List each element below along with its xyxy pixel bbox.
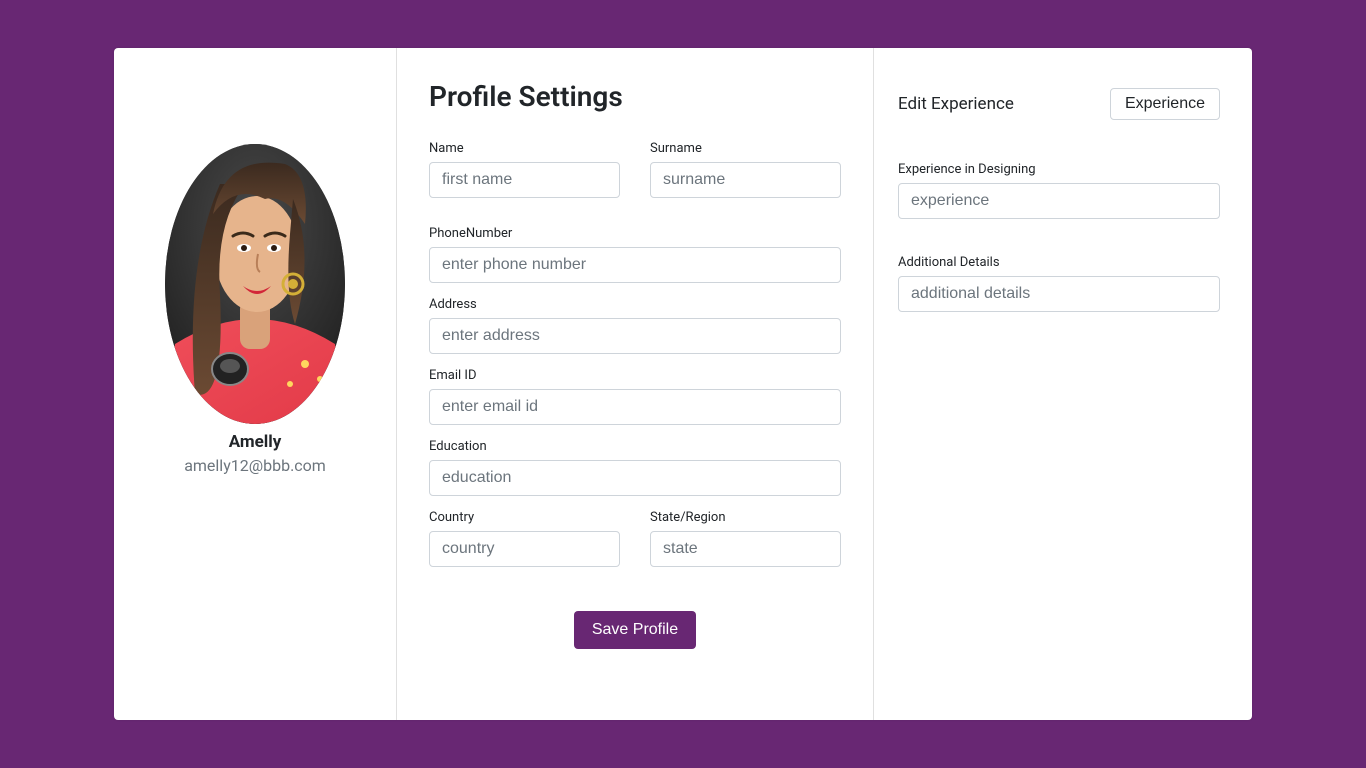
name-input[interactable] — [429, 162, 620, 198]
email-input[interactable] — [429, 389, 841, 425]
experience-panel: Edit Experience Experience Experience in… — [874, 48, 1252, 720]
email-label: Email ID — [429, 368, 841, 383]
avatar — [165, 144, 345, 424]
designing-input[interactable] — [898, 183, 1220, 219]
address-input[interactable] — [429, 318, 841, 354]
state-input[interactable] — [650, 531, 841, 567]
country-label: Country — [429, 510, 620, 525]
name-label: Name — [429, 141, 620, 156]
phone-label: PhoneNumber — [429, 226, 841, 241]
experience-heading: Edit Experience — [898, 94, 1014, 114]
education-input[interactable] — [429, 460, 841, 496]
surname-input[interactable] — [650, 162, 841, 198]
details-input[interactable] — [898, 276, 1220, 312]
experience-button[interactable]: Experience — [1110, 88, 1220, 120]
details-label: Additional Details — [898, 255, 1220, 270]
country-input[interactable] — [429, 531, 620, 567]
designing-label: Experience in Designing — [898, 162, 1220, 177]
profile-card: Amelly amelly12@bbb.com Profile Settings… — [114, 48, 1252, 720]
profile-sidebar: Amelly amelly12@bbb.com — [114, 48, 397, 720]
surname-label: Surname — [650, 141, 841, 156]
address-label: Address — [429, 297, 841, 312]
page-title: Profile Settings — [429, 80, 841, 113]
phone-input[interactable] — [429, 247, 841, 283]
education-label: Education — [429, 439, 841, 454]
save-button[interactable]: Save Profile — [574, 611, 696, 649]
settings-panel: Profile Settings Name Surname PhoneNumbe… — [397, 48, 874, 720]
profile-name: Amelly — [229, 432, 282, 452]
profile-email: amelly12@bbb.com — [184, 456, 326, 475]
state-label: State/Region — [650, 510, 841, 525]
